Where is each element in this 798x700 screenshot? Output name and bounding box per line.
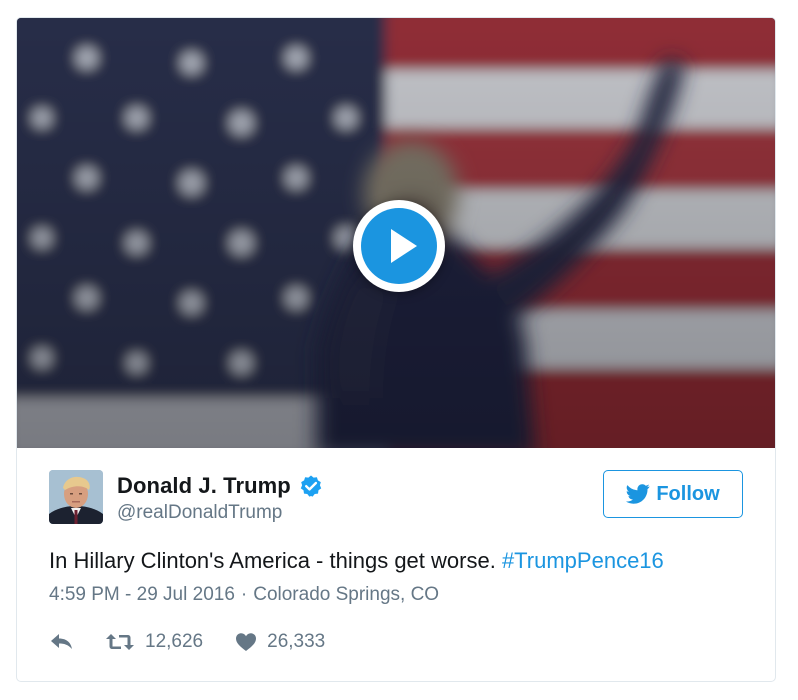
tweet-actions: 12,626 26,333 bbox=[49, 626, 743, 658]
tweet-text-body: In Hillary Clinton's America - things ge… bbox=[49, 548, 496, 573]
retweet-button[interactable]: 12,626 bbox=[105, 631, 203, 653]
reply-button[interactable] bbox=[49, 632, 77, 652]
tweet-body: Donald J. Trump @realDonaldTrump Follow bbox=[17, 448, 775, 658]
timestamp-link[interactable]: 4:59 PM - 29 Jul 2016 bbox=[49, 584, 235, 606]
follow-label: Follow bbox=[656, 482, 720, 505]
follow-button[interactable]: Follow bbox=[603, 470, 743, 518]
location-link[interactable]: Colorado Springs, CO bbox=[253, 584, 439, 606]
verified-badge-icon bbox=[299, 474, 323, 498]
meta-separator: · bbox=[240, 584, 248, 605]
avatar-image bbox=[49, 470, 103, 524]
hashtag-link[interactable]: #TrumpPence16 bbox=[502, 548, 664, 573]
user-handle[interactable]: @realDonaldTrump bbox=[117, 502, 323, 524]
video-thumbnail[interactable] bbox=[17, 18, 775, 448]
like-count: 26,333 bbox=[267, 631, 326, 652]
reply-icon bbox=[51, 634, 72, 649]
like-button[interactable]: 26,333 bbox=[235, 631, 325, 653]
display-name[interactable]: Donald J. Trump bbox=[117, 473, 291, 499]
heart-icon bbox=[236, 633, 257, 651]
retweet-icon bbox=[106, 634, 134, 650]
tweet-meta: 4:59 PM - 29 Jul 2016 · Colorado Springs… bbox=[49, 584, 743, 606]
twitter-bird-icon bbox=[626, 484, 650, 504]
tweet-header: Donald J. Trump @realDonaldTrump Follow bbox=[49, 468, 743, 524]
tweet-text: In Hillary Clinton's America - things ge… bbox=[49, 546, 743, 576]
retweet-count: 12,626 bbox=[145, 631, 204, 652]
embedded-tweet-card: Donald J. Trump @realDonaldTrump Follow bbox=[16, 17, 776, 682]
play-icon bbox=[391, 229, 417, 263]
play-button-circle bbox=[361, 208, 437, 284]
name-row: Donald J. Trump bbox=[117, 473, 323, 499]
user-names: Donald J. Trump @realDonaldTrump bbox=[117, 473, 323, 524]
play-button[interactable] bbox=[353, 200, 445, 292]
avatar[interactable] bbox=[49, 470, 103, 524]
